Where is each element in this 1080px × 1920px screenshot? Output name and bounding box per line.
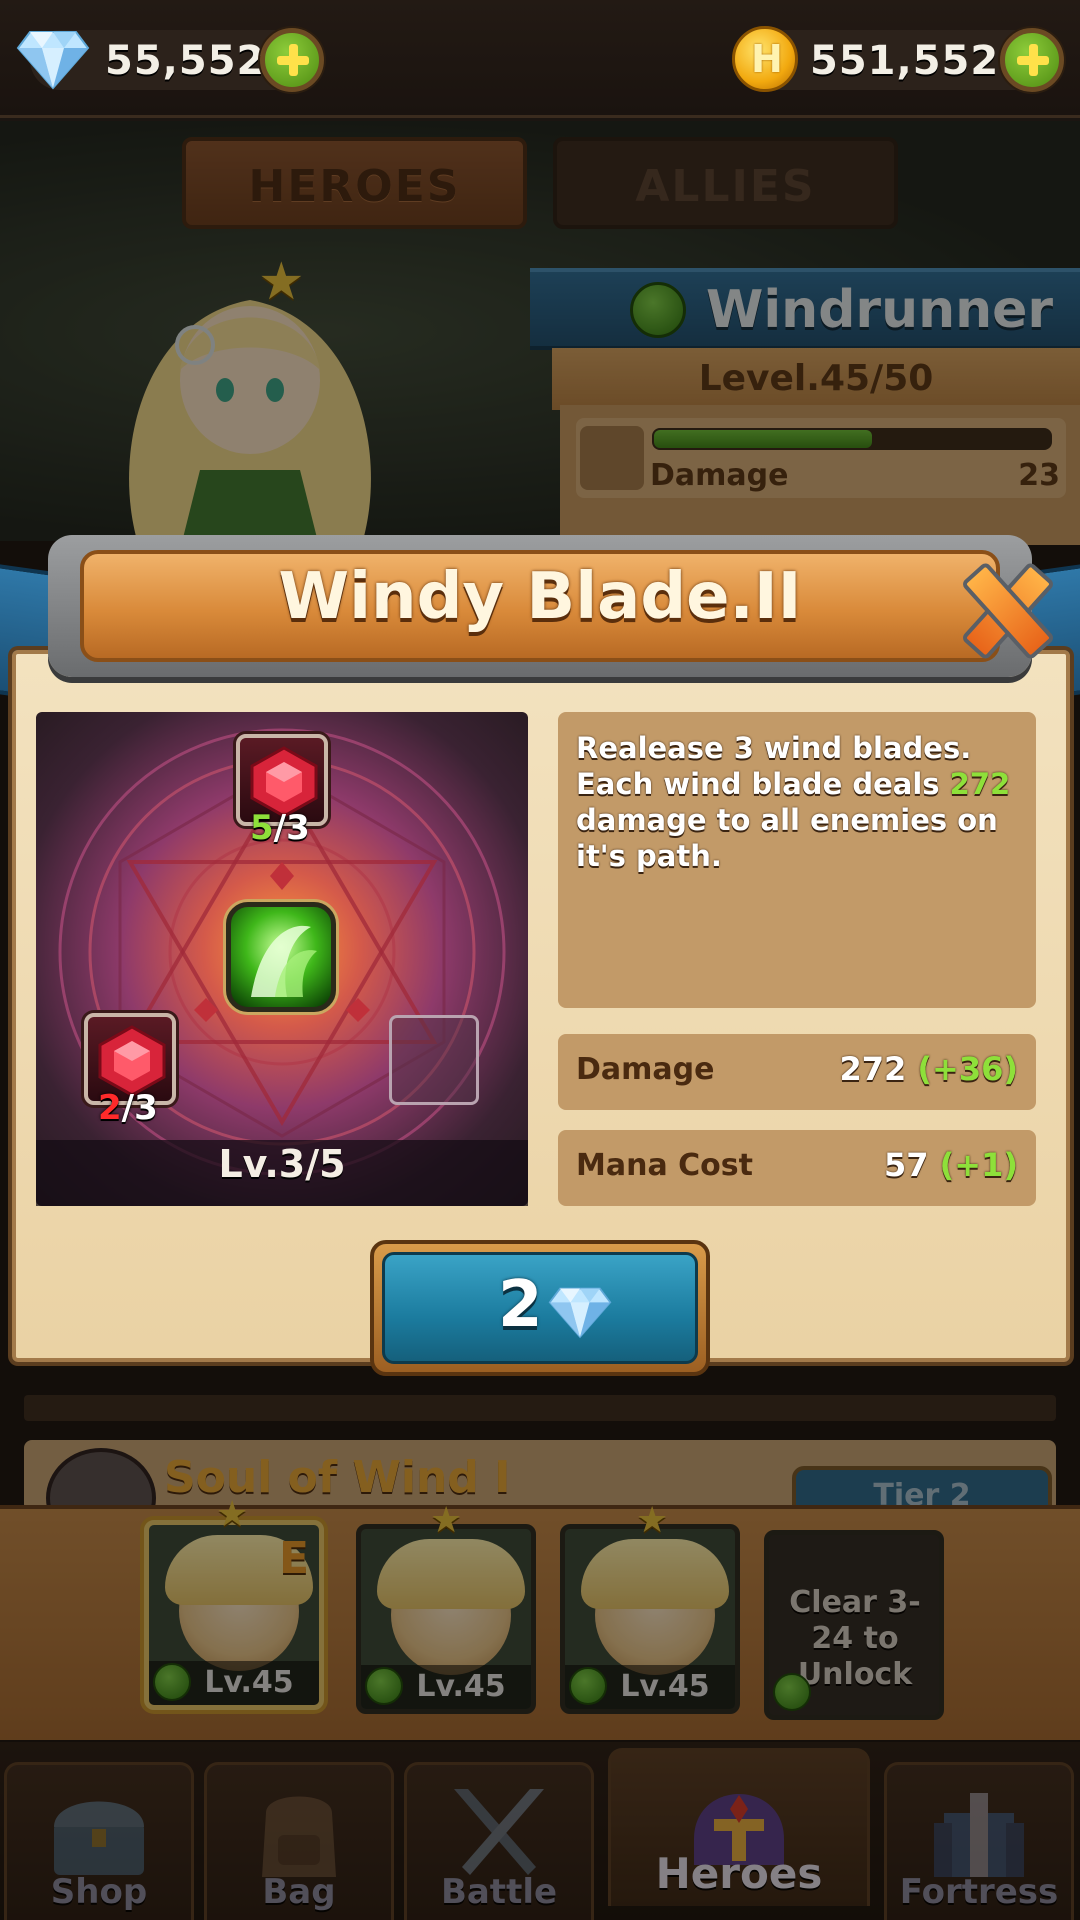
diamond-icon [548, 1287, 612, 1339]
gold-amount: 551,552 [810, 38, 1000, 84]
gold-coin-icon: H [732, 26, 798, 92]
gold-counter: H 551,552 [732, 26, 1064, 92]
currency-bar: 55,552 H 551,552 [0, 0, 1080, 118]
skill-stat-mana-cost: Mana Cost 57 (+1) [558, 1130, 1036, 1206]
stat-value: 272 (+36) [839, 1050, 1018, 1088]
wind-blade-icon [251, 925, 317, 997]
rune-gem-slot-empty[interactable] [389, 1015, 479, 1105]
skill-level: Lv.3/5 [218, 1142, 346, 1186]
windy-blade-skill-icon [226, 902, 336, 1012]
rune-gem-count-left: 2/3 [98, 1088, 158, 1128]
skill-stat-damage: Damage 272 (+36) [558, 1034, 1036, 1110]
rune-gem-count-top: 5/3 [250, 808, 310, 848]
add-gold-button[interactable] [1000, 28, 1064, 92]
gem-counter: 55,552 [16, 28, 324, 92]
upgrade-cost: 2 [498, 1268, 543, 1342]
stat-value: 57 (+1) [884, 1146, 1018, 1184]
stat-label: Damage [576, 1052, 715, 1087]
add-gems-button[interactable] [260, 28, 324, 92]
stat-bonus: (+1) [939, 1146, 1018, 1184]
dialog-title: Windy Blade.II [278, 560, 802, 634]
stat-label: Mana Cost [576, 1148, 753, 1183]
gem-amount: 55,552 [105, 38, 266, 84]
stat-bonus: (+36) [917, 1050, 1018, 1088]
skill-description: Realease 3 wind blades. Each wind blade … [576, 731, 1011, 873]
diamond-icon [16, 31, 90, 90]
close-icon[interactable] [955, 555, 1047, 653]
